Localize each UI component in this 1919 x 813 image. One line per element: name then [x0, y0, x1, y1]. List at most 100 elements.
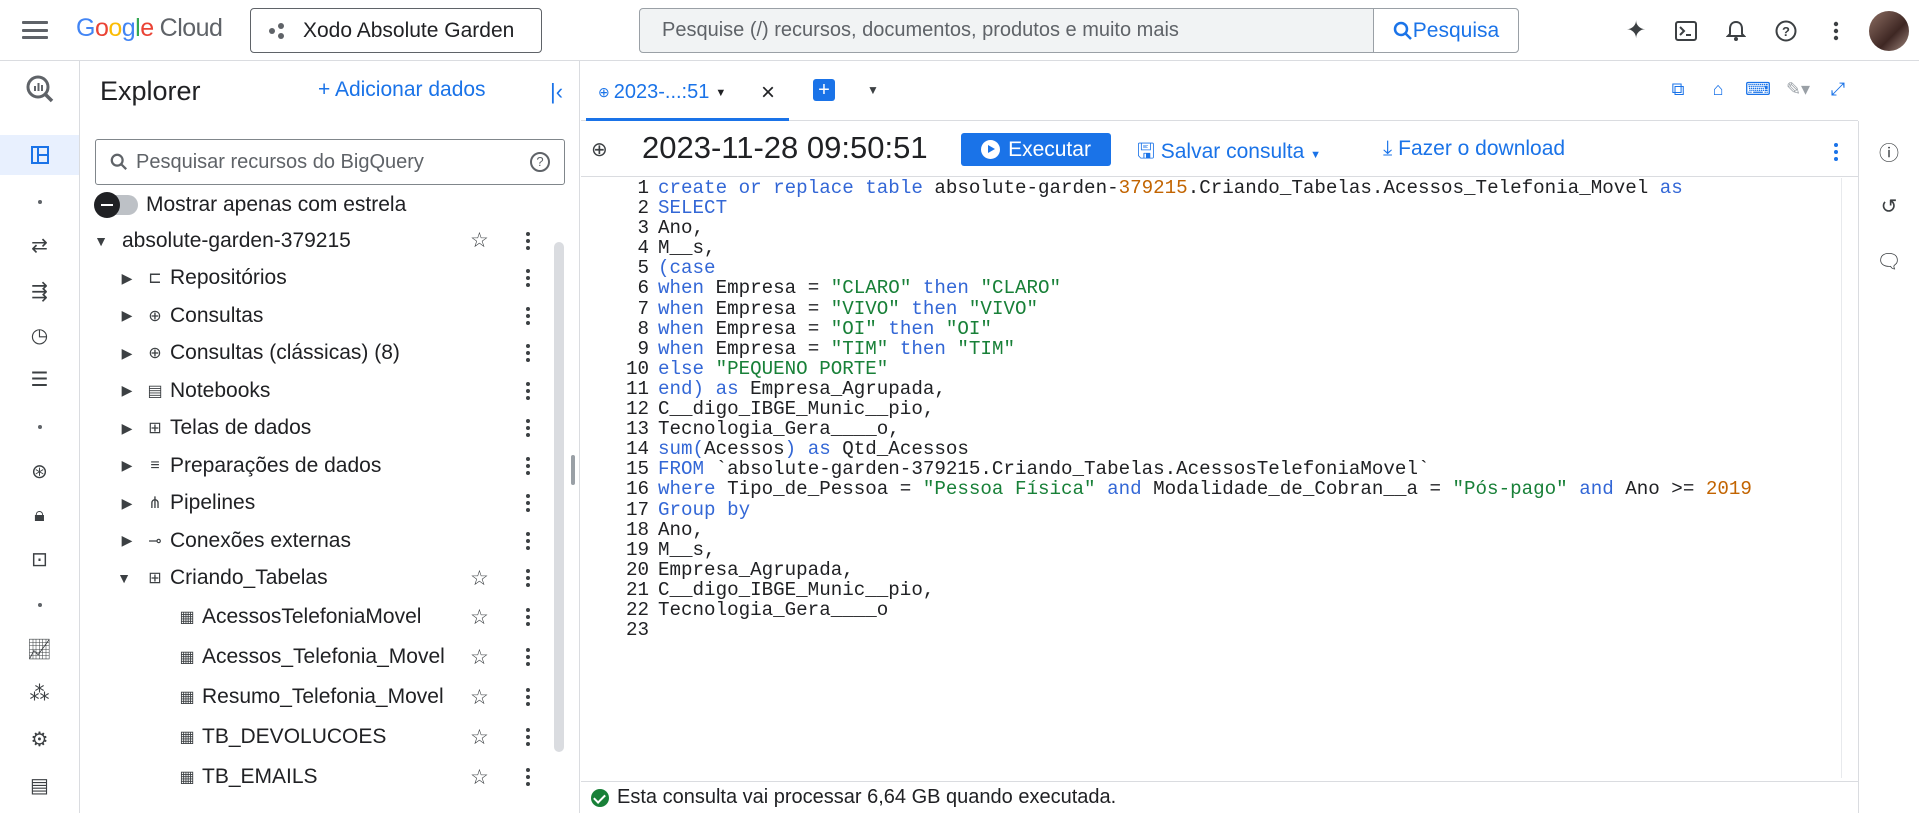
code-line[interactable]: (case: [658, 258, 1752, 278]
project-picker[interactable]: Xodo Absolute Garden: [250, 8, 542, 53]
avatar[interactable]: [1869, 10, 1909, 51]
tree-table[interactable]: ▦ Resumo_Telefonia_Movel ☆: [80, 677, 560, 717]
code-line[interactable]: [658, 620, 1752, 640]
chevron-right-icon[interactable]: ▶: [118, 382, 136, 399]
code-line[interactable]: Ano,: [658, 218, 1752, 238]
star-icon[interactable]: ☆: [470, 566, 489, 591]
code-line[interactable]: M__s,: [658, 238, 1752, 258]
tree-table[interactable]: ▦ TB_DEVOLUCOES ☆: [80, 717, 560, 757]
code-line[interactable]: Tecnologia_Gera____o,: [658, 419, 1752, 439]
code-line[interactable]: where Tipo_de_Pessoa = "Pessoa Física" a…: [658, 479, 1752, 499]
code-line[interactable]: Ano,: [658, 519, 1752, 539]
global-search-input[interactable]: Pesquise (/) recursos, documentos, produ…: [640, 9, 1373, 52]
queries-icon[interactable]: ☰: [0, 359, 79, 399]
tree-item-telas[interactable]: ▶ ⊞ Telas de dados: [80, 410, 560, 448]
starred-toggle[interactable]: [94, 192, 138, 218]
chevron-right-icon[interactable]: ▶: [118, 345, 136, 362]
tree-table[interactable]: ▦ AcessosTelefoniaMovel ☆: [80, 597, 560, 637]
info-icon[interactable]: ⓘ: [1859, 126, 1919, 176]
monitoring-icon[interactable]: 📈︎: [0, 629, 79, 669]
code-line[interactable]: C__digo_IBGE_Munic__pio,: [658, 399, 1752, 419]
star-icon[interactable]: ☆: [470, 645, 489, 670]
star-icon[interactable]: ☆: [470, 765, 489, 790]
tree-project[interactable]: ▼ absolute-garden-379215 ☆: [80, 222, 560, 260]
star-icon[interactable]: ☆: [470, 228, 489, 253]
google-cloud-logo[interactable]: Google Cloud: [76, 14, 223, 43]
more-vert-icon[interactable]: [1811, 11, 1861, 51]
tree-item-preparacoes[interactable]: ▶ ≡ Preparações de dados: [80, 447, 560, 485]
code-line[interactable]: else "PEQUENO PORTE": [658, 359, 1752, 379]
chevron-right-icon[interactable]: ▶: [118, 307, 136, 324]
explorer-scrollbar[interactable]: [554, 242, 564, 752]
editor-scrollbar[interactable]: [1841, 178, 1842, 778]
keyboard-icon[interactable]: ⌨: [1738, 79, 1778, 100]
global-search[interactable]: Pesquise (/) recursos, documentos, produ…: [639, 8, 1519, 53]
code-line[interactable]: when Empresa = "TIM" then "TIM": [658, 339, 1752, 359]
release-notes-icon[interactable]: ▤: [0, 765, 79, 805]
gemini-icon[interactable]: ✦: [1611, 11, 1661, 51]
chevron-down-icon[interactable]: ▼: [92, 233, 110, 249]
more-vert-icon[interactable]: [526, 569, 530, 588]
more-vert-icon[interactable]: [526, 381, 530, 400]
magic-wand-icon[interactable]: ✎▾: [1778, 79, 1818, 100]
help-icon[interactable]: ?: [1761, 11, 1811, 51]
tab-query[interactable]: ⊕ 2023-...:51 ▼ ×: [586, 67, 789, 121]
history-icon[interactable]: ↺: [1859, 181, 1919, 231]
more-vert-icon[interactable]: [526, 269, 530, 288]
help-icon[interactable]: ?: [530, 152, 550, 172]
chevron-down-icon[interactable]: ▼: [715, 87, 726, 99]
code-line[interactable]: SELECT: [658, 198, 1752, 218]
code-line[interactable]: Empresa_Agrupada,: [658, 560, 1752, 580]
chevron-down-icon[interactable]: ▼: [867, 83, 879, 97]
tree-item-conexoes[interactable]: ▶ ⊸ Conexões externas: [80, 522, 560, 560]
tree-table[interactable]: ▦ TB_EMAILS ☆: [80, 757, 560, 797]
bigquery-logo-icon[interactable]: [0, 69, 79, 109]
code-line[interactable]: create or replace table absolute-garden-…: [658, 178, 1752, 198]
code-line[interactable]: sum(Acessos) as Qtd_Acessos: [658, 439, 1752, 459]
explorer-search-input[interactable]: Pesquisar recursos do BigQuery ?: [95, 139, 565, 185]
more-vert-icon[interactable]: [526, 688, 530, 706]
more-vert-icon[interactable]: [526, 306, 530, 325]
more-vert-icon[interactable]: [526, 531, 530, 550]
chevron-right-icon[interactable]: ▶: [118, 270, 136, 287]
tree-item-notebooks[interactable]: ▶ ▤ Notebooks: [80, 372, 560, 410]
security-icon[interactable]: 🔒︎: [0, 495, 79, 535]
tree-item-consultas-classicas[interactable]: ▶ ⊕ Consultas (clássicas) (8): [80, 335, 560, 373]
tree-dataset[interactable]: ▼ ⊞ Criando_Tabelas ☆: [80, 560, 560, 598]
cloud-shell-icon[interactable]: [1661, 11, 1711, 51]
code-line[interactable]: C__digo_IBGE_Munic__pio,: [658, 580, 1752, 600]
main-menu-icon[interactable]: [22, 18, 48, 42]
chevron-right-icon[interactable]: ▶: [118, 420, 136, 437]
star-icon[interactable]: ☆: [470, 725, 489, 750]
open-in-window-icon[interactable]: ⧉: [1658, 79, 1698, 100]
more-vert-icon[interactable]: [526, 494, 530, 513]
close-icon[interactable]: ×: [761, 79, 775, 107]
star-icon[interactable]: ☆: [470, 685, 489, 710]
home-icon[interactable]: ⌂: [1698, 79, 1738, 100]
dataform-icon[interactable]: ⊛: [0, 451, 79, 491]
more-vert-icon[interactable]: [526, 608, 530, 626]
tree-item-consultas[interactable]: ▶ ⊕ Consultas: [80, 297, 560, 335]
history-icon[interactable]: ◷: [0, 315, 79, 355]
graph-icon[interactable]: ⁂: [0, 673, 79, 713]
code-line[interactable]: M__s,: [658, 540, 1752, 560]
settings-icon[interactable]: ⚙: [0, 719, 79, 759]
more-vert-icon[interactable]: [526, 728, 530, 746]
code-line[interactable]: Group by: [658, 499, 1752, 520]
catalog-icon[interactable]: ⊡: [0, 539, 79, 579]
chevron-down-icon[interactable]: ▼: [115, 570, 133, 586]
comment-icon[interactable]: 🗨︎: [1859, 236, 1919, 286]
transfers-icon[interactable]: ⇄: [0, 225, 79, 265]
more-vert-icon[interactable]: [526, 344, 530, 363]
chevron-right-icon[interactable]: ▶: [118, 532, 136, 549]
new-tab-icon[interactable]: +: [813, 79, 835, 101]
more-vert-icon[interactable]: [526, 648, 530, 666]
tree-item-repositorios[interactable]: ▶ ⊏ Repositórios: [80, 260, 560, 298]
star-icon[interactable]: ☆: [470, 605, 489, 630]
panel-resize-handle[interactable]: [571, 455, 575, 485]
pipelines-icon[interactable]: ⇶: [0, 271, 79, 311]
search-button[interactable]: Pesquisa: [1373, 9, 1518, 52]
tree-table[interactable]: ▦ Acessos_Telefonia_Movel ☆: [80, 637, 560, 677]
code-line[interactable]: FROM `absolute-garden-379215.Criando_Tab…: [658, 459, 1752, 479]
tree-item-pipelines[interactable]: ▶ ⋔ Pipelines: [80, 485, 560, 523]
